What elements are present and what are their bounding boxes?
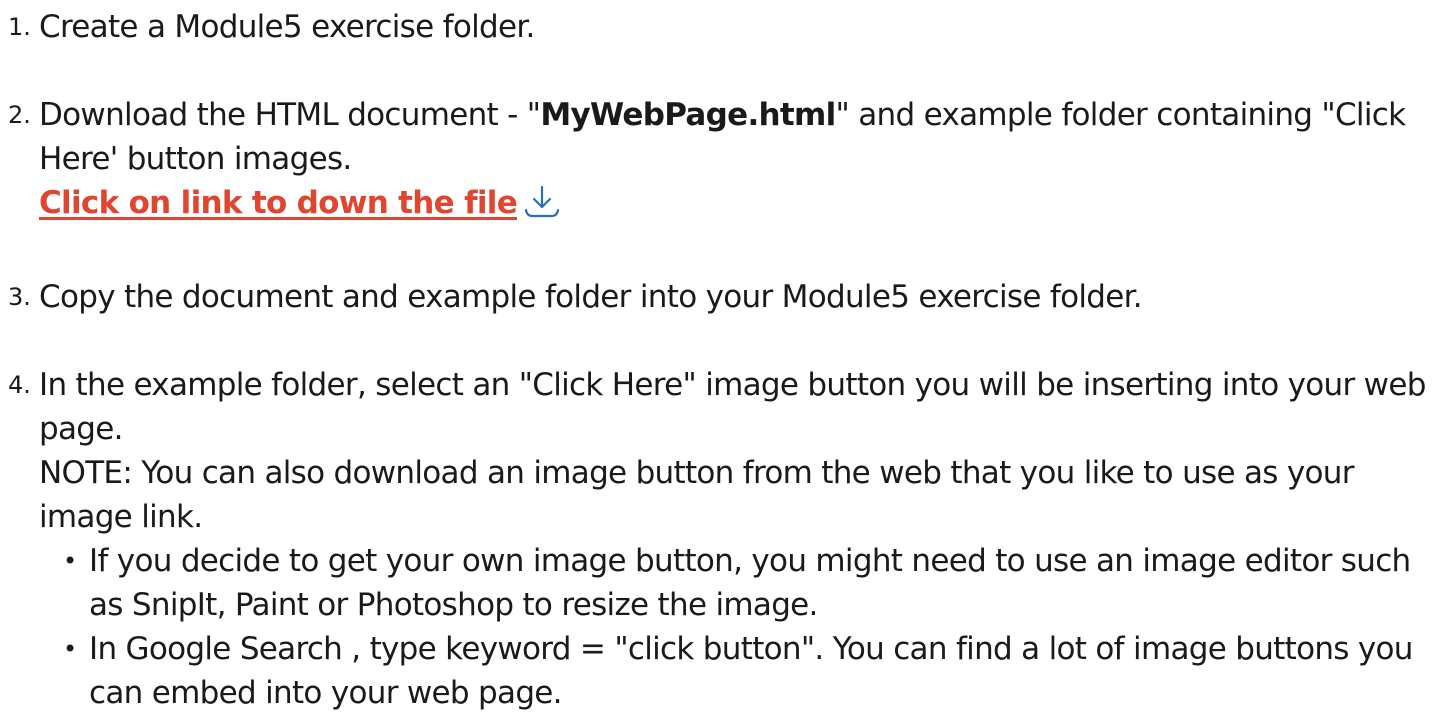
- step-number: 3.: [8, 283, 31, 311]
- download-file-link[interactable]: Click on link to down the file: [39, 185, 518, 221]
- step-text: Create a Module5 exercise folder.: [39, 9, 535, 45]
- list-item: • If you decide to get your own image but…: [63, 539, 1452, 627]
- bullet-icon: •: [63, 635, 77, 663]
- tips-list: • If you decide to get your own image but…: [39, 539, 1452, 715]
- instruction-list: 1. Create a Module5 exercise folder. 2. …: [0, 0, 1452, 715]
- bullet-icon: •: [63, 547, 77, 575]
- step-text-before: Download the HTML document - ": [39, 97, 541, 133]
- note-text: NOTE: You can also download an image but…: [39, 455, 1354, 535]
- step-number: 2.: [8, 101, 31, 129]
- list-item: • In Google Search , type keyword = "clic…: [63, 627, 1452, 715]
- download-arrow-icon[interactable]: [523, 185, 561, 231]
- step-3: 3. Copy the document and example folder …: [0, 275, 1452, 319]
- step-4: 4. In the example folder, select an "Cli…: [0, 363, 1452, 715]
- file-name: MyWebPage.html: [540, 97, 836, 133]
- step-text: In the example folder, select an "Click …: [39, 367, 1426, 447]
- step-number: 1.: [8, 13, 31, 41]
- step-number: 4.: [8, 371, 31, 399]
- step-1: 1. Create a Module5 exercise folder.: [0, 5, 1452, 49]
- step-2: 2. Download the HTML document - "MyWebPa…: [0, 93, 1452, 231]
- step-text: Copy the document and example folder int…: [39, 279, 1143, 315]
